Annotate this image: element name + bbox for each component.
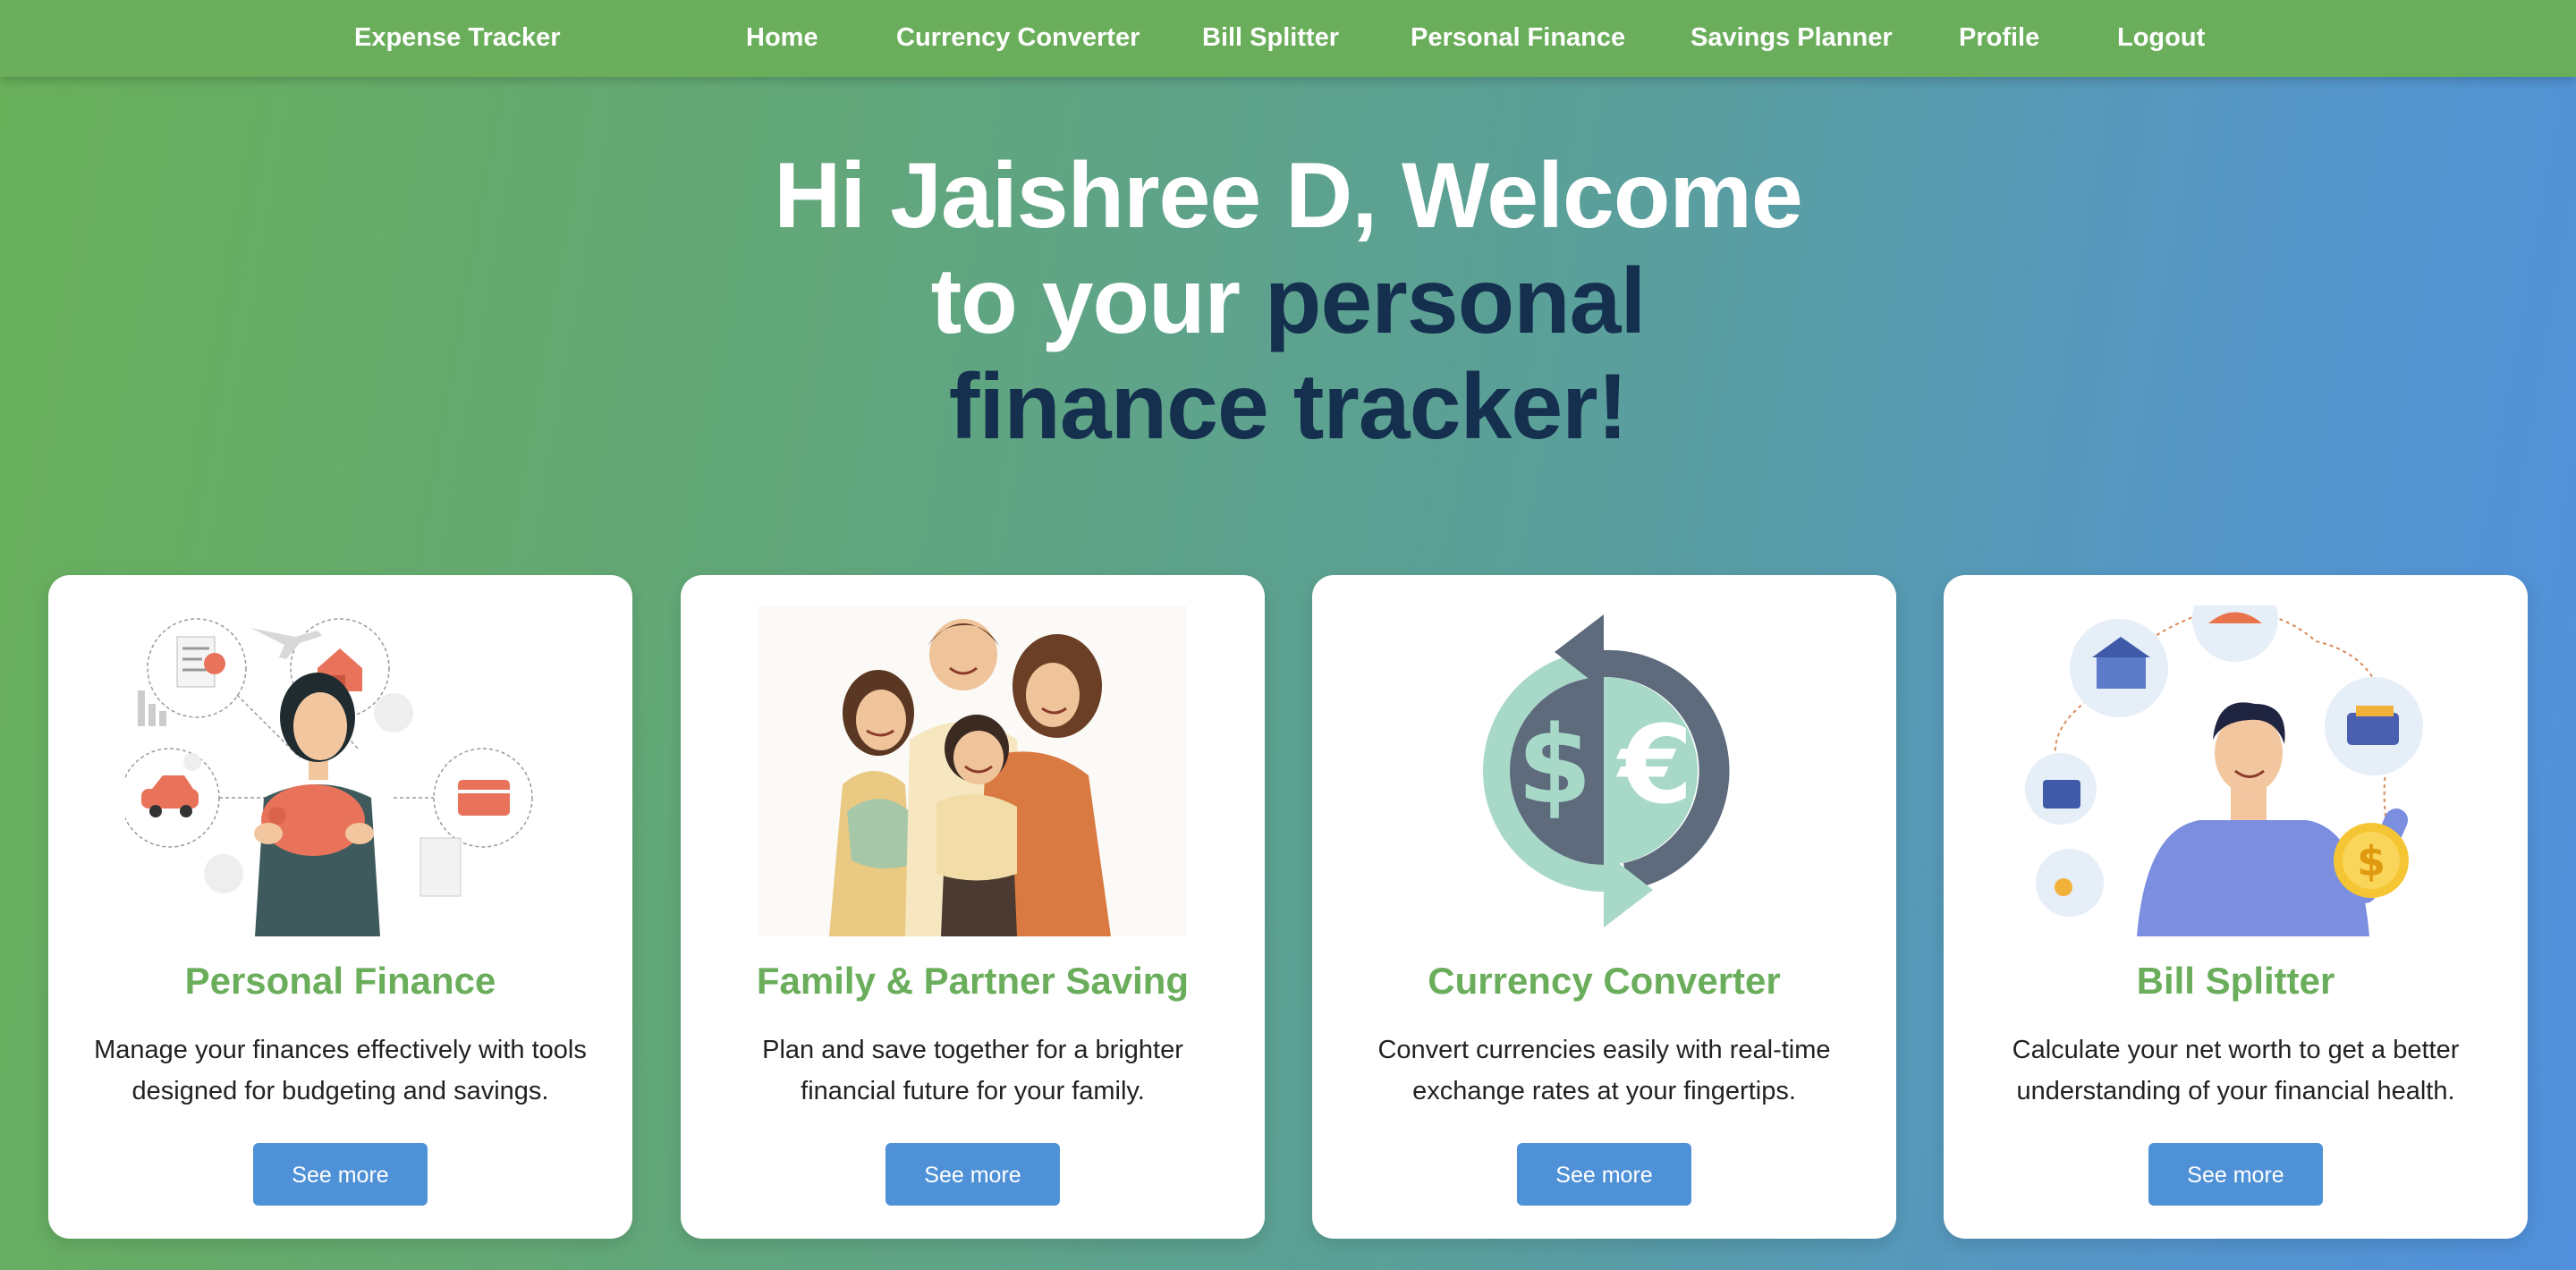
card-description: Convert currencies easily with real-time… xyxy=(1348,1029,1860,1112)
see-more-button[interactable]: See more xyxy=(2148,1143,2323,1206)
card-title: Bill Splitter xyxy=(2136,960,2335,1002)
card-description-line-2: understanding of your financial health. xyxy=(2016,1077,2455,1105)
nav-link-home[interactable]: Home xyxy=(746,0,818,77)
see-more-button[interactable]: See more xyxy=(886,1143,1060,1206)
card-description-line-1: Calculate your net worth to get a better xyxy=(2012,1036,2460,1064)
nav-link-bill-splitter[interactable]: Bill Splitter xyxy=(1202,0,1339,77)
card-bill-splitter: $ Bill Splitter Calculate your net worth… xyxy=(1944,575,2528,1239)
welcome-line-2-dark: personal xyxy=(1264,250,1646,353)
brand-logo-link[interactable]: Expense Tracker xyxy=(354,0,561,77)
card-description-line-1: Convert currencies easily with real-time xyxy=(1377,1036,1831,1064)
svg-text:€: € xyxy=(1615,704,1693,828)
card-currency-converter: $ € Currency Converter Convert currencie… xyxy=(1312,575,1896,1239)
card-description: Manage your finances effectively with to… xyxy=(84,1029,597,1112)
svg-text:$: $ xyxy=(1517,704,1592,828)
card-title: Family & Partner Saving xyxy=(756,960,1190,1002)
card-description-line-2: designed for budgeting and savings. xyxy=(131,1077,549,1105)
nav-link-savings-planner[interactable]: Savings Planner xyxy=(1690,0,1893,77)
top-navbar: Expense Tracker Home Currency Converter … xyxy=(0,0,2576,77)
card-title: Personal Finance xyxy=(184,960,496,1002)
family-illustration xyxy=(758,605,1187,936)
svg-text:$: $ xyxy=(2357,837,2385,885)
card-description-line-2: financial future for your family. xyxy=(801,1077,1145,1105)
card-personal-finance: Personal Finance Manage your finances ef… xyxy=(48,575,632,1239)
nav-link-currency-converter[interactable]: Currency Converter xyxy=(896,0,1140,77)
card-family-partner-saving: Family & Partner Saving Plan and save to… xyxy=(681,575,1265,1239)
card-title: Currency Converter xyxy=(1428,960,1781,1002)
welcome-line-3: finance tracker! xyxy=(948,355,1629,459)
nav-link-logout[interactable]: Logout xyxy=(2117,0,2205,77)
see-more-button[interactable]: See more xyxy=(1517,1143,1691,1206)
currency-exchange-icon: $ € xyxy=(1483,614,1730,927)
card-description-line-1: Manage your finances effectively with to… xyxy=(94,1036,587,1064)
welcome-heading: Hi Jaishree D, Welcome to your personal … xyxy=(572,143,2004,460)
card-description: Calculate your net worth to get a better… xyxy=(1979,1029,2492,1112)
card-description-line-2: exchange rates at your fingertips. xyxy=(1412,1077,1796,1105)
personal-finance-illustration xyxy=(125,618,533,936)
nav-link-profile[interactable]: Profile xyxy=(1959,0,2039,77)
welcome-line-2-white: to your xyxy=(930,250,1241,353)
nav-link-personal-finance[interactable]: Personal Finance xyxy=(1411,0,1625,77)
card-description: Plan and save together for a brighter fi… xyxy=(716,1029,1229,1112)
see-more-button[interactable]: See more xyxy=(253,1143,428,1206)
welcome-line-1: Hi Jaishree D, Welcome xyxy=(774,144,1802,248)
bill-splitter-illustration: $ xyxy=(2025,605,2423,936)
card-description-line-1: Plan and save together for a brighter xyxy=(762,1036,1183,1064)
